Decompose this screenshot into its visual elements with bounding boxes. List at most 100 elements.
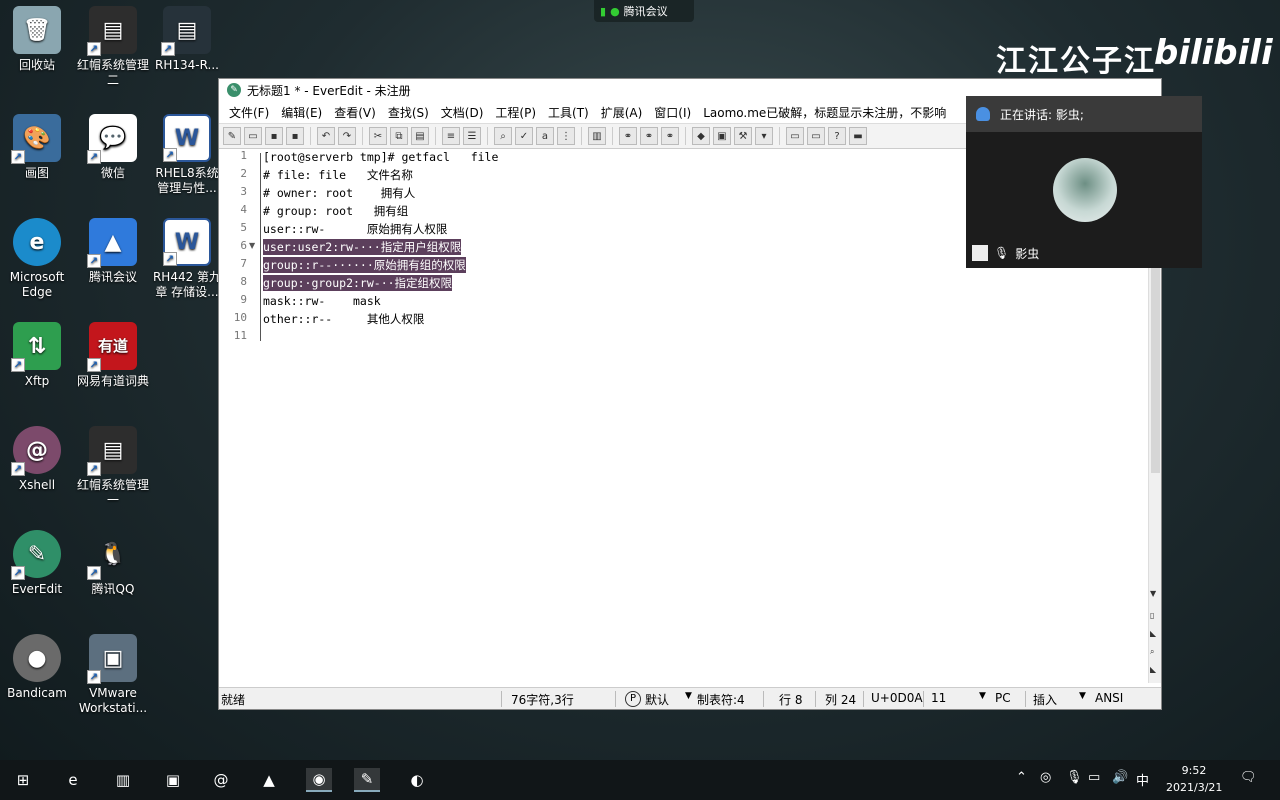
ime-indicator[interactable]: 中 bbox=[1136, 770, 1149, 789]
desktop-icon-rh134[interactable]: ▤ ↗ RH134-R... bbox=[150, 6, 224, 73]
toolbar-divider bbox=[362, 127, 363, 145]
dropdown-icon[interactable]: ▾ bbox=[755, 127, 773, 145]
status-chars: 76字符,3行 bbox=[511, 693, 574, 707]
column-icon[interactable]: ▥ bbox=[588, 127, 606, 145]
save-all-icon[interactable]: ▪ bbox=[286, 127, 304, 145]
save-icon[interactable]: ▪ bbox=[265, 127, 283, 145]
menu-window[interactable]: 窗口(I) bbox=[648, 104, 697, 121]
meeting-status-badge[interactable]: ▮ ● 腾讯会议 bbox=[594, 0, 694, 22]
meeting-call-panel[interactable]: 正在讲话: 影虫; 🎙 影虫 bbox=[966, 96, 1202, 268]
panel-icon[interactable]: ▣ bbox=[713, 127, 731, 145]
desktop-icon-xftp[interactable]: ⇅ ↗ Xftp bbox=[0, 322, 74, 389]
desktop-icon-youdao[interactable]: 有道 ↗ 网易有道词典 bbox=[76, 322, 150, 389]
wrap-icon[interactable]: ≡ bbox=[442, 127, 460, 145]
microphone-tray-icon[interactable]: 🎙 bbox=[1066, 770, 1083, 785]
link-icon[interactable]: ⚭ bbox=[619, 127, 637, 145]
desktop-icon-xshell[interactable]: @ ↗ Xshell bbox=[0, 426, 74, 493]
link2-icon[interactable]: ⚭ bbox=[640, 127, 658, 145]
new-file-icon[interactable]: ✎ bbox=[223, 127, 241, 145]
desktop-icon-tencent-meeting[interactable]: ▲ ↗ 腾讯会议 bbox=[76, 218, 150, 285]
desktop-icon-recycle-bin[interactable]: 🗑 回收站 bbox=[0, 6, 74, 73]
split-icon[interactable]: ◣ bbox=[1150, 629, 1156, 638]
status-eol[interactable]: PC bbox=[995, 691, 1011, 705]
build-icon[interactable]: ⚒ bbox=[734, 127, 752, 145]
paste-icon[interactable]: ▤ bbox=[411, 127, 429, 145]
menu-project[interactable]: 工程(P) bbox=[489, 104, 542, 121]
desktop-icon-everedit[interactable]: ✎ ↗ EverEdit bbox=[0, 530, 74, 597]
desktop-icon-redhat-admin-2[interactable]: ▤ ↗ 红帽系统管理二 bbox=[76, 6, 150, 88]
status-insert[interactable]: 插入 bbox=[1033, 691, 1057, 708]
map-icon[interactable]: ◣ bbox=[1150, 665, 1156, 674]
desktop-icon-paint[interactable]: 🎨 ↗ 画图 bbox=[0, 114, 74, 181]
desktop-icon-rh442-doc[interactable]: W ↗ RH442 第九章 存储设... bbox=[150, 218, 224, 300]
bandicam-tray-icon[interactable]: ◎ bbox=[1040, 770, 1051, 785]
format-icon[interactable]: ☰ bbox=[463, 127, 481, 145]
menu-tools[interactable]: 工具(T) bbox=[542, 104, 595, 121]
status-divider bbox=[815, 691, 816, 707]
clock[interactable]: 9:52 2021/3/21 bbox=[1166, 762, 1222, 796]
spell-icon[interactable]: a bbox=[536, 127, 554, 145]
status-mode[interactable]: 默认 bbox=[645, 691, 669, 708]
help-icon[interactable]: ? bbox=[828, 127, 846, 145]
search-icon[interactable]: ⌕ bbox=[1150, 647, 1154, 657]
line-number: 9 bbox=[240, 293, 247, 306]
everedit-icon[interactable]: ✎ bbox=[354, 768, 380, 792]
eol-dropdown-icon[interactable]: ▼ bbox=[979, 691, 986, 701]
desktop-icon-label: Bandicam bbox=[7, 686, 67, 700]
tree-icon[interactable]: ⋮ bbox=[557, 127, 575, 145]
encoding-dropdown-icon[interactable]: ▼ bbox=[1079, 691, 1086, 701]
network-icon[interactable]: ▭ bbox=[1088, 770, 1100, 785]
macro-icon[interactable]: ◆ bbox=[692, 127, 710, 145]
desktop-icon-redhat-admin-1[interactable]: ▤ ↗ 红帽系统管理一 bbox=[76, 426, 150, 508]
volume-icon[interactable]: 🔊 bbox=[1112, 770, 1128, 785]
find-replace-icon[interactable]: ✓ bbox=[515, 127, 533, 145]
desktop-icon-edge[interactable]: e Microsoft Edge bbox=[0, 218, 74, 300]
cut-icon[interactable]: ✂ bbox=[369, 127, 387, 145]
menu-document[interactable]: 文档(D) bbox=[435, 104, 490, 121]
edge-icon: e bbox=[13, 218, 61, 266]
tray-expand-icon[interactable]: ⌃ bbox=[1016, 770, 1027, 785]
menu-search[interactable]: 查找(S) bbox=[382, 104, 435, 121]
paint-icon[interactable]: ▥ bbox=[110, 768, 136, 792]
code-line: [root@serverb tmp]# getfacl file bbox=[263, 150, 499, 164]
menu-extensions[interactable]: 扩展(A) bbox=[595, 104, 649, 121]
line-number: 2 bbox=[240, 167, 247, 180]
fold-marker-icon[interactable]: ▼ bbox=[249, 241, 255, 250]
terminal-icon[interactable]: ▬ bbox=[849, 127, 867, 145]
copy-icon[interactable]: ⧉ bbox=[390, 127, 408, 145]
undo-icon[interactable]: ↶ bbox=[317, 127, 335, 145]
status-encoding[interactable]: ANSI bbox=[1095, 691, 1123, 705]
status-tab[interactable]: 制表符:4 bbox=[697, 691, 745, 708]
participant-list-icon[interactable] bbox=[972, 245, 988, 261]
desktop-icon-rhel8-doc[interactable]: W ↗ RHEL8系统管理与性... bbox=[150, 114, 224, 196]
window2-icon[interactable]: ▭ bbox=[807, 127, 825, 145]
notification-icon[interactable]: 🗨 bbox=[1240, 770, 1257, 785]
qq-icon[interactable]: ◐ bbox=[404, 768, 430, 792]
toolbar-divider bbox=[685, 127, 686, 145]
bandicam-icon[interactable]: ◉ bbox=[306, 768, 332, 792]
line-number: 6 bbox=[240, 239, 247, 252]
menu-view[interactable]: 查看(V) bbox=[328, 104, 382, 121]
link3-icon[interactable]: ⚭ bbox=[661, 127, 679, 145]
bookmark-icon[interactable]: ▯ bbox=[1150, 611, 1154, 620]
menu-file[interactable]: 文件(F) bbox=[223, 104, 275, 121]
menu-edit[interactable]: 编辑(E) bbox=[275, 104, 328, 121]
open-file-icon[interactable]: ▭ bbox=[244, 127, 262, 145]
desktop-icon-vmware[interactable]: ▣ ↗ VMware Workstati... bbox=[76, 634, 150, 716]
find-icon[interactable]: ⌕ bbox=[494, 127, 512, 145]
window-icon[interactable]: ▭ bbox=[786, 127, 804, 145]
xshell-icon[interactable]: @ bbox=[208, 768, 234, 792]
desktop-icon-bandicam[interactable]: ● Bandicam bbox=[0, 634, 74, 701]
redo-icon[interactable]: ↷ bbox=[338, 127, 356, 145]
wechat-icon: 💬 ↗ bbox=[87, 114, 137, 164]
scroll-down-icon[interactable]: ▼ bbox=[1150, 589, 1156, 598]
mode-icon[interactable]: P bbox=[625, 691, 641, 707]
desktop-icon-qq[interactable]: 🐧 ↗ 腾讯QQ bbox=[76, 530, 150, 597]
tencent-meeting-icon[interactable]: ▲ bbox=[256, 768, 282, 792]
edge-icon[interactable]: e bbox=[60, 768, 86, 792]
desktop-icon-wechat[interactable]: 💬 ↗ 微信 bbox=[76, 114, 150, 181]
mode-dropdown-icon[interactable]: ▼ bbox=[685, 691, 692, 701]
vmware-icon[interactable]: ▣ bbox=[160, 768, 186, 792]
watermark: 江江公子江 bilibili bbox=[996, 33, 1273, 80]
start-windows-icon[interactable]: ⊞ bbox=[10, 768, 36, 792]
